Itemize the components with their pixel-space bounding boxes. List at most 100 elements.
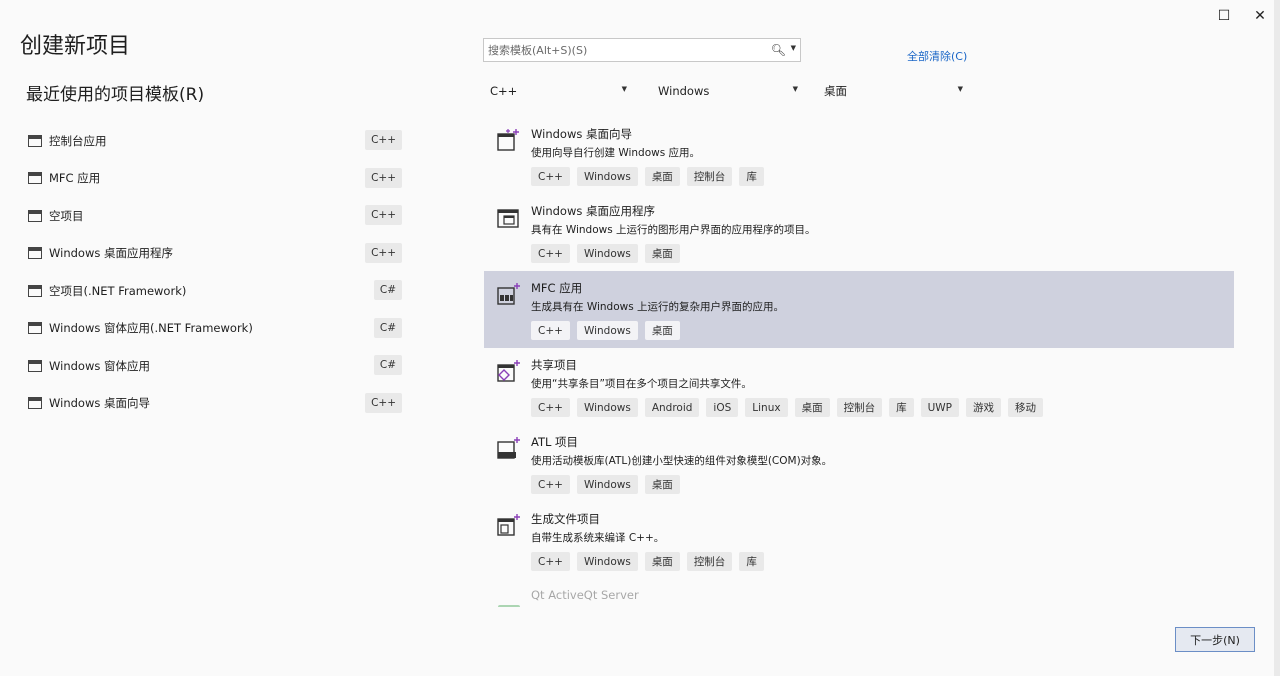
tag: Windows [576,398,638,417]
tag: Windows [576,167,638,186]
platform-filter-dropdown[interactable]: Windows ▼ [651,80,804,102]
project-type-filter-value: 桌面 [824,84,847,98]
language-filter-value: C++ [490,84,518,98]
template-description: 具有在 Windows 上运行的图形用户界面的应用程序的项目。 [531,224,816,236]
recent-item-label: 空项目 [49,208,84,223]
template-tags: C++ Windows Android iOS Linux 桌面 控制台 库 U… [531,398,1043,417]
template-windows-desktop-app[interactable]: Windows 桌面应用程序 具有在 Windows 上运行的图形用户界面的应用… [484,194,1234,271]
tag: C++ [531,244,570,263]
recent-item-desktop-wizard[interactable]: Windows 桌面向导 C++ [20,385,410,423]
template-shared-project[interactable]: 共享项目 使用“共享条目”项目在多个项目之间共享文件。 C++ Windows … [484,348,1234,425]
tag: C++ [531,552,570,571]
template-name: MFC 应用 [531,281,583,295]
tag: Windows [576,244,638,263]
template-qt-activeqt-server[interactable]: Qt ActiveQt Server [484,579,1234,607]
empty-project-icon [28,284,42,297]
atl-icon [497,437,520,459]
tag: 库 [739,167,764,186]
makefile-icon [497,514,520,536]
language-tag: C++ [365,167,402,188]
tag: Linux [745,398,788,417]
language-tag: C++ [365,205,402,225]
chevron-down-icon: ▼ [621,85,627,93]
recent-item-label: Windows 窗体应用(.NET Framework) [49,321,253,336]
recent-item-winforms-netfx[interactable]: Windows 窗体应用(.NET Framework) C# [20,310,410,348]
template-windows-desktop-wizard[interactable]: Windows 桌面向导 使用向导自行创建 Windows 应用。 C++ Wi… [484,117,1234,194]
recent-item-label: MFC 应用 [49,171,101,186]
wizard-icon [28,397,42,410]
console-app-icon [28,134,42,147]
tag: 桌面 [644,552,680,571]
recent-item-winforms[interactable]: Windows 窗体应用 C# [20,347,410,385]
language-tag: C# [373,280,402,300]
template-atl-project[interactable]: ATL 项目 使用活动模板库(ATL)创建小型快速的组件对象模型(COM)对象。… [484,425,1234,502]
tag: C++ [531,475,570,494]
tag: 控制台 [836,398,883,417]
template-name: ATL 项目 [531,435,579,449]
template-mfc-app[interactable]: MFC 应用 生成具有在 Windows 上运行的复杂用户界面的应用。 C++ … [484,271,1234,348]
template-tags: C++ Windows 桌面 [531,475,680,494]
tag: Windows [576,321,638,340]
winforms-icon [28,359,42,372]
page-title: 创建新项目 [20,34,131,59]
language-tag: C++ [365,130,402,150]
recent-item-label: 空项目(.NET Framework) [49,283,187,298]
qt-icon [498,605,520,607]
chevron-down-icon[interactable]: ▼ [791,44,796,52]
tag: 控制台 [686,167,733,186]
recent-item-label: Windows 窗体应用 [49,358,150,373]
recent-item-mfc-app[interactable]: MFC 应用 C++ [20,160,410,198]
template-name: 生成文件项目 [531,512,600,526]
language-filter-dropdown[interactable]: C++ ▼ [483,80,633,102]
template-description: 使用向导自行创建 Windows 应用。 [531,147,701,159]
template-name: Windows 桌面向导 [531,127,632,141]
template-name: Qt ActiveQt Server [531,588,639,602]
tag: 控制台 [686,552,733,571]
empty-project-icon [28,209,42,222]
template-name: 共享项目 [531,358,577,372]
desktop-app-icon [28,247,42,260]
recent-item-windows-desktop-app[interactable]: Windows 桌面应用程序 C++ [20,235,410,273]
tag: 库 [739,552,764,571]
platform-filter-value: Windows [658,84,710,98]
tag: 移动 [1007,398,1043,417]
project-type-filter-dropdown[interactable]: 桌面 ▼ [817,80,969,102]
tag: iOS [706,398,739,417]
recent-item-console-app[interactable]: 控制台应用 C++ [20,122,410,160]
wizard-icon [497,129,519,151]
winforms-icon [28,322,42,335]
chevron-down-icon: ▼ [957,85,963,93]
recent-item-empty-project[interactable]: 空项目 C++ [20,197,410,235]
mfc-icon [497,283,520,305]
recent-templates-heading: 最近使用的项目模板(R) [26,85,205,105]
template-tags: C++ Windows 桌面 控制台 库 [531,167,764,186]
template-description: 使用活动模板库(ATL)创建小型快速的组件对象模型(COM)对象。 [531,455,833,467]
search-input[interactable] [488,39,768,61]
recent-item-empty-project-netfx[interactable]: 空项目(.NET Framework) C# [20,272,410,310]
language-tag: C# [373,355,402,375]
maximize-icon[interactable]: ☐ [1213,6,1235,26]
template-description: 生成具有在 Windows 上运行的复杂用户界面的应用。 [531,301,785,313]
tag: 桌面 [794,398,830,417]
tag: 桌面 [644,321,680,340]
next-button[interactable]: 下一步(N) [1175,627,1255,652]
tag: Android [644,398,700,417]
shared-icon [497,360,520,382]
tag: 桌面 [644,475,680,494]
close-icon[interactable]: ✕ [1249,6,1271,26]
tag: C++ [531,167,570,186]
chevron-down-icon: ▼ [792,85,798,93]
language-tag: C++ [365,392,402,413]
tag: C++ [531,321,570,340]
template-makefile-project[interactable]: 生成文件项目 自带生成系统来编译 C++。 C++ Windows 桌面 控制台… [484,502,1234,579]
tag: 库 [889,398,914,417]
tag: UWP [920,398,959,417]
desktop-app-icon [497,209,519,228]
search-icon[interactable]: 🔍︎ [771,43,786,57]
template-name: Windows 桌面应用程序 [531,204,655,218]
create-project-window: ☐ ✕ 创建新项目 最近使用的项目模板(R) 控制台应用 C++ MFC 应用 … [0,0,1275,676]
recent-item-label: 控制台应用 [49,133,107,148]
clear-all-link[interactable]: 全部清除(C) [907,48,967,64]
recent-item-label: Windows 桌面应用程序 [49,246,173,261]
template-search-box[interactable]: 🔍︎ ▼ [483,38,801,62]
